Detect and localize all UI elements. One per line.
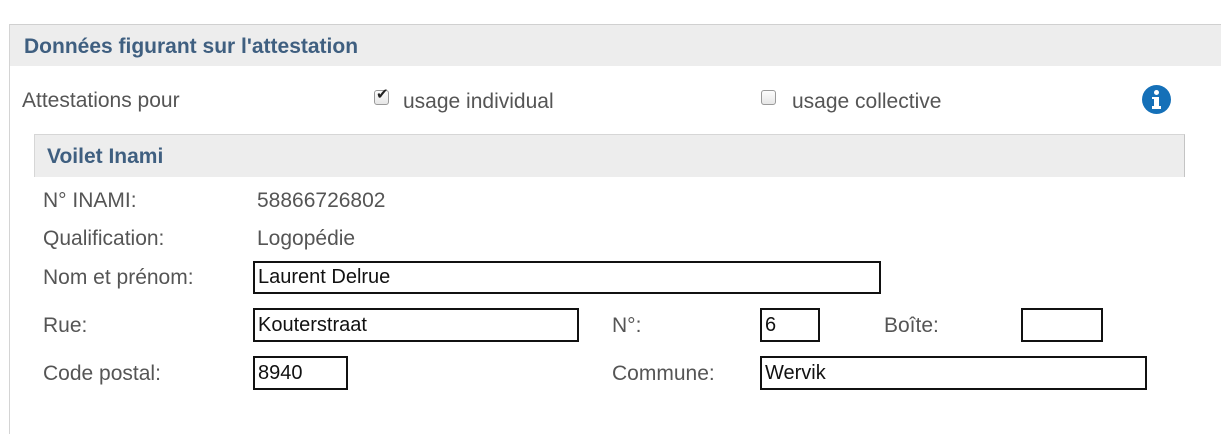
usage-collective-checkbox[interactable] bbox=[761, 90, 776, 105]
street-field[interactable] bbox=[253, 308, 579, 342]
street-label: Rue: bbox=[43, 314, 88, 337]
usage-individual-checkbox[interactable]: ✔ bbox=[374, 86, 389, 105]
name-field[interactable] bbox=[253, 261, 881, 294]
attestation-panel: Données figurant sur l'attestation Attes… bbox=[0, 0, 1221, 434]
usage-collective-label[interactable]: usage collective bbox=[792, 90, 941, 114]
name-label: Nom et prénom: bbox=[43, 266, 194, 289]
panel-left-border bbox=[9, 24, 10, 434]
commune-field[interactable] bbox=[760, 356, 1147, 390]
inami-label: N° INAMI: bbox=[43, 189, 137, 212]
attestations-label: Attestations pour bbox=[22, 89, 180, 112]
inami-value: 58866726802 bbox=[257, 189, 386, 212]
box-label: Boîte: bbox=[884, 314, 939, 337]
checkmark-icon: ✔ bbox=[376, 86, 389, 103]
box-field[interactable] bbox=[1021, 308, 1103, 342]
number-field[interactable] bbox=[760, 308, 820, 342]
postal-field[interactable] bbox=[253, 356, 348, 390]
number-label: N°: bbox=[612, 314, 642, 337]
provider-header: Voilet Inami bbox=[34, 134, 1185, 177]
info-icon[interactable] bbox=[1142, 85, 1171, 114]
provider-title: Voilet Inami bbox=[47, 145, 164, 168]
commune-label: Commune: bbox=[612, 362, 715, 385]
qualification-label: Qualification: bbox=[43, 227, 165, 250]
usage-individual-label[interactable]: usage individual bbox=[403, 90, 554, 114]
postal-label: Code postal: bbox=[43, 362, 161, 385]
section-title: Données figurant sur l'attestation bbox=[24, 35, 359, 58]
section-header: Données figurant sur l'attestation bbox=[10, 24, 1221, 66]
qualification-value: Logopédie bbox=[257, 227, 356, 250]
